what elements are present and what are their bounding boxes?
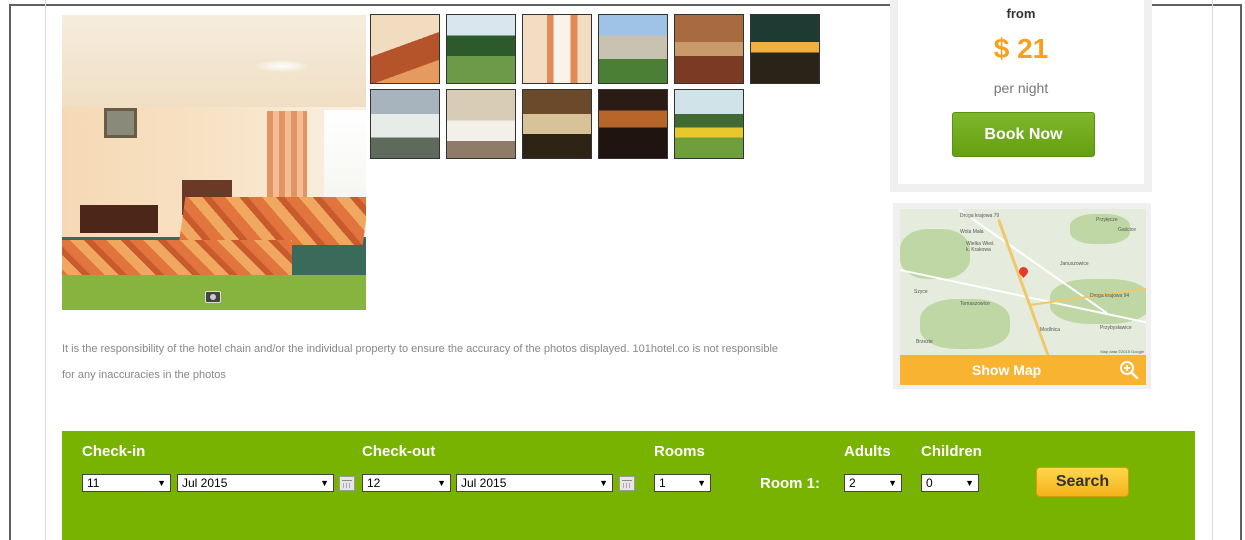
map-label: Droga krajowa 94 xyxy=(1090,293,1130,299)
checkout-calendar-icon[interactable] xyxy=(619,476,635,491)
price-amount: $ 21 xyxy=(993,33,1049,64)
chevron-down-icon: ▼ xyxy=(599,478,608,488)
checkin-day-value: 11 xyxy=(87,476,100,490)
map-label: Wola Mała xyxy=(960,229,984,235)
checkout-label: Check-out xyxy=(362,443,436,460)
disclaimer-line-2: for any inaccuracies in the photos xyxy=(62,369,226,381)
camera-icon[interactable] xyxy=(205,291,221,303)
checkin-month-select[interactable]: Jul 2015 ▼ xyxy=(177,474,334,492)
thumbnail-reception[interactable] xyxy=(598,89,668,159)
chevron-down-icon: ▼ xyxy=(320,478,329,488)
map-label: Tomaszowice xyxy=(960,301,991,307)
adults-select[interactable]: 2 ▼ xyxy=(844,474,902,492)
disclaimer-line-1: It is the responsibility of the hotel ch… xyxy=(62,343,779,355)
main-hotel-photo[interactable] xyxy=(62,15,366,310)
map-thumbnail[interactable]: Wola Mała Wielka Wieś k. Krakowa Przyłęc… xyxy=(900,209,1146,355)
chevron-down-icon: ▼ xyxy=(157,478,166,488)
thumbnail-garden[interactable] xyxy=(446,14,516,84)
thumbnail-restaurant[interactable] xyxy=(674,14,744,84)
rooms-value: 1 xyxy=(659,476,666,490)
chevron-down-icon: ▼ xyxy=(888,478,897,488)
map-label: Droga krajowa 79 xyxy=(960,213,1000,219)
zoom-in-icon xyxy=(1119,360,1139,380)
room-1-label: Room 1: xyxy=(760,475,820,492)
map-label: Gaścice xyxy=(1118,227,1137,233)
thumbnail-banquet[interactable] xyxy=(522,89,592,159)
map-label: Januszowice xyxy=(1060,261,1089,267)
checkout-day-select[interactable]: 12 ▼ xyxy=(362,474,451,492)
book-now-button[interactable]: Book Now xyxy=(952,112,1095,157)
price-card: from $ 21 per night Book Now xyxy=(890,0,1152,192)
adults-label: Adults xyxy=(844,443,891,460)
thumbnail-conference-room[interactable] xyxy=(446,89,516,159)
chevron-down-icon: ▼ xyxy=(965,478,974,488)
map-label: Modlnica xyxy=(1040,327,1061,333)
show-map-button[interactable]: Show Map xyxy=(900,355,1146,385)
checkin-label: Check-in xyxy=(82,443,146,460)
chevron-down-icon: ▼ xyxy=(697,478,706,488)
map-credit: Map data ©2015 Google xyxy=(1100,349,1144,354)
map-label: Przyłęcze xyxy=(1096,217,1118,223)
children-label: Children xyxy=(921,443,982,460)
adults-value: 2 xyxy=(849,476,856,490)
thumbnail-room-twin[interactable] xyxy=(370,14,440,84)
thumbnail-room-window[interactable] xyxy=(522,14,592,84)
checkout-month-value: Jul 2015 xyxy=(461,476,507,490)
rooms-label: Rooms xyxy=(654,443,705,460)
price-per-night: per night xyxy=(993,80,1049,96)
chevron-down-icon: ▼ xyxy=(437,478,446,488)
map-label: k. Krakowa xyxy=(966,247,991,253)
checkin-calendar-icon[interactable] xyxy=(339,476,355,491)
rooms-select[interactable]: 1 ▼ xyxy=(654,474,711,492)
checkout-day-value: 12 xyxy=(367,476,381,490)
map-label: Szyce xyxy=(914,289,928,295)
thumbnail-garden-party[interactable] xyxy=(674,89,744,159)
booking-search-bar: Check-in Check-out Rooms Adults Children… xyxy=(62,431,1195,540)
checkout-month-select[interactable]: Jul 2015 ▼ xyxy=(456,474,613,492)
checkin-month-value: Jul 2015 xyxy=(182,476,228,490)
thumbnail-night-facade[interactable] xyxy=(750,14,820,84)
map-label: Przybysławice xyxy=(1100,325,1132,331)
children-select[interactable]: 0 ▼ xyxy=(921,474,979,492)
photo-disclaimer: It is the responsibility of the hotel ch… xyxy=(62,336,852,388)
thumbnail-hotel-building[interactable] xyxy=(598,14,668,84)
map-label: Brzezie xyxy=(916,339,933,345)
show-map-label: Show Map xyxy=(972,362,1042,378)
price-from-label: from xyxy=(1006,6,1036,21)
map-card: Wola Mała Wielka Wieś k. Krakowa Przyłęc… xyxy=(893,203,1151,389)
thumbnail-dining-hall[interactable] xyxy=(370,89,440,159)
search-button[interactable]: Search xyxy=(1036,467,1129,497)
checkin-day-select[interactable]: 11 ▼ xyxy=(82,474,171,492)
children-value: 0 xyxy=(926,476,933,490)
